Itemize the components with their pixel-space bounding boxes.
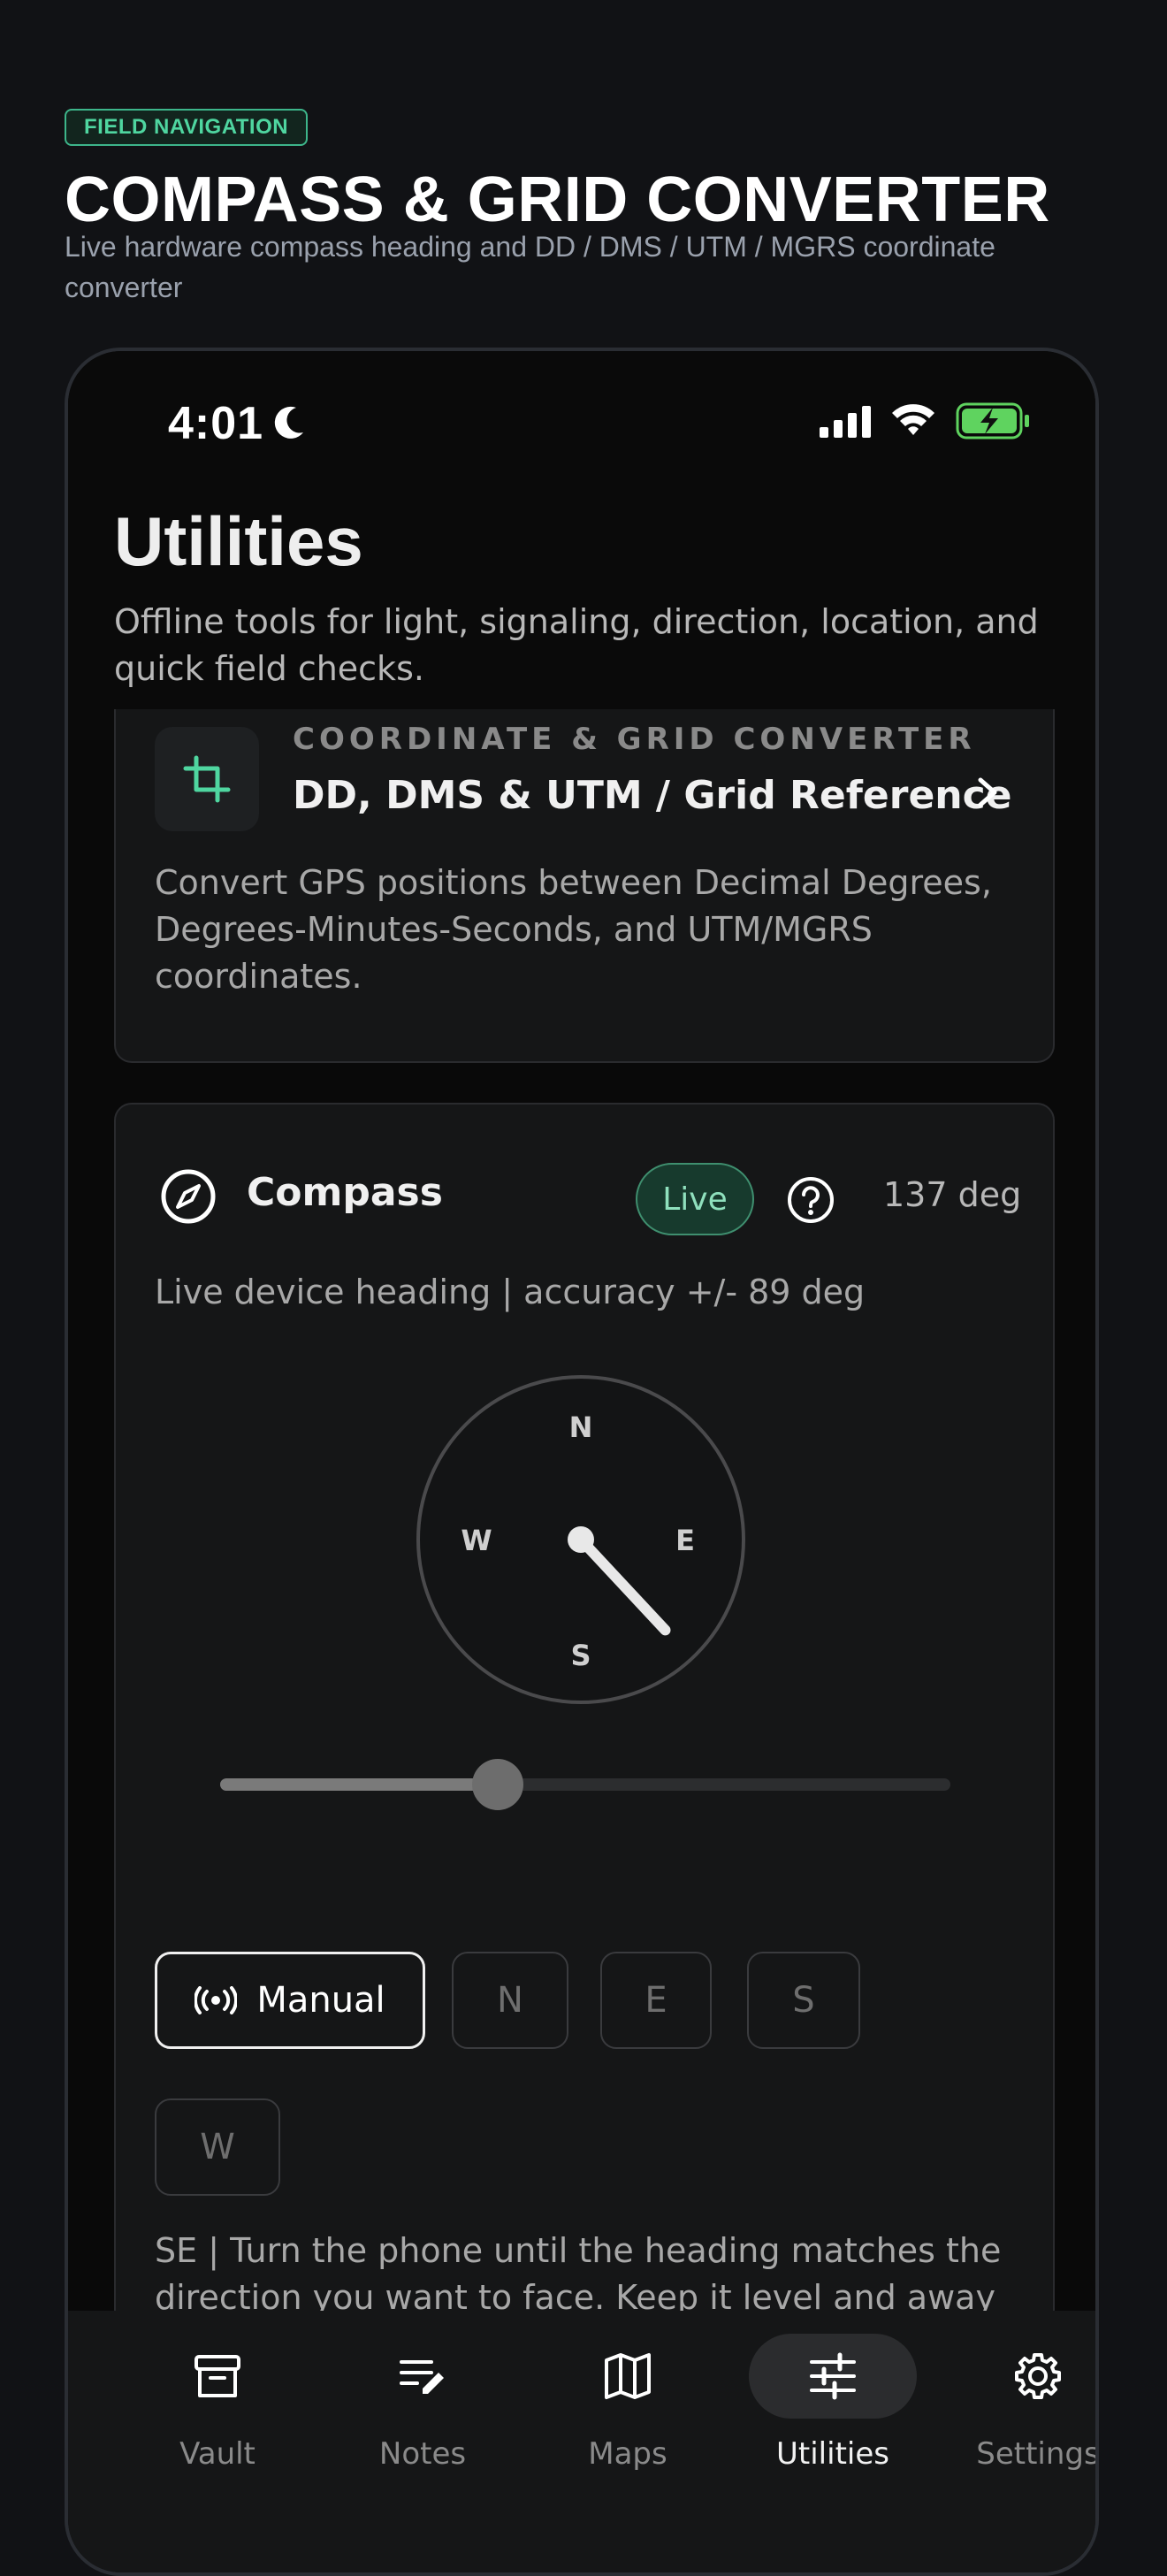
help-icon[interactable] — [786, 1175, 835, 1225]
compass-icon — [161, 1169, 216, 1224]
compass-title: Compass — [247, 1170, 443, 1215]
status-time: 4:01 — [168, 398, 264, 449]
tab-icon-wrap — [133, 2334, 301, 2419]
manual-label: Manual — [256, 1980, 385, 2021]
page-description: Offline tools for light, signaling, dire… — [114, 602, 1039, 688]
heading-slider[interactable] — [220, 1759, 950, 1810]
south-button[interactable]: S — [747, 1952, 860, 2049]
compass-dial: N E S W — [416, 1375, 745, 1704]
tab-label: Settings — [976, 2436, 1099, 2472]
converter-description: Convert GPS positions between Decimal De… — [155, 863, 992, 996]
live-badge[interactable]: Live — [636, 1163, 754, 1235]
bottom-tab-bar: Vault Notes Maps Utilities Settings — [68, 2311, 1095, 2572]
tab-icon-wrap — [544, 2334, 712, 2419]
tab-label: Utilities — [776, 2436, 889, 2472]
signal-icon — [820, 406, 871, 438]
heading-value: 137 deg — [883, 1175, 1022, 1214]
gear-icon — [1015, 2353, 1061, 2399]
tab-utilities[interactable]: Utilities — [730, 2311, 935, 2505]
manual-mode-button[interactable]: Manual — [155, 1952, 425, 2049]
broadcast-icon — [194, 1986, 238, 2014]
archive-icon — [194, 2355, 240, 2397]
phone-frame: 4:01 Utilities Offline tools for light, … — [65, 348, 1099, 2576]
battery-charging-icon — [956, 402, 1029, 440]
heading-subtitle: Live device heading | accuracy +/- 89 de… — [155, 1273, 866, 1311]
north-button[interactable]: N — [452, 1952, 568, 2049]
dial-north: N — [569, 1410, 593, 1444]
moon-icon — [274, 406, 303, 439]
status-bar: 4:01 — [68, 351, 1095, 501]
map-icon — [605, 2353, 651, 2399]
tab-notes[interactable]: Notes — [320, 2311, 525, 2505]
heading-slider-thumb[interactable] — [471, 1759, 523, 1810]
coordinate-converter-card[interactable]: COORDINATE & GRID CONVERTER DD, DMS & UT… — [114, 709, 1055, 1063]
tab-maps[interactable]: Maps — [525, 2311, 730, 2505]
page-title: Utilities — [114, 502, 363, 580]
hero-subtitle: Live hardware compass heading and DD / D… — [65, 231, 995, 303]
sliders-icon — [810, 2352, 856, 2400]
wifi-icon — [892, 404, 934, 435]
tab-vault[interactable]: Vault — [115, 2311, 320, 2505]
heading-slider-fill — [220, 1778, 498, 1791]
section-tag: FIELD NAVIGATION — [65, 109, 309, 146]
tab-icon-wrap — [749, 2334, 917, 2419]
tab-icon-wrap — [339, 2334, 507, 2419]
converter-headline: DD, DMS & UTM / Grid Reference — [293, 773, 1012, 818]
tab-icon-wrap — [954, 2334, 1095, 2419]
tab-label: Vault — [179, 2436, 256, 2472]
converter-icon-box — [155, 727, 259, 831]
west-button[interactable]: W — [155, 2098, 280, 2196]
tab-settings[interactable]: Settings — [935, 2311, 1099, 2505]
chevron-right-icon[interactable] — [972, 773, 1003, 812]
dial-east: E — [675, 1524, 695, 1557]
dial-south: S — [570, 1639, 591, 1672]
east-button[interactable]: E — [600, 1952, 712, 2049]
dial-west: W — [461, 1524, 492, 1557]
notes-edit-icon — [400, 2360, 444, 2394]
converter-eyebrow: COORDINATE & GRID CONVERTER — [293, 722, 976, 757]
tab-label: Notes — [378, 2436, 467, 2472]
crop-icon — [183, 755, 231, 803]
tab-label: Maps — [588, 2436, 667, 2472]
